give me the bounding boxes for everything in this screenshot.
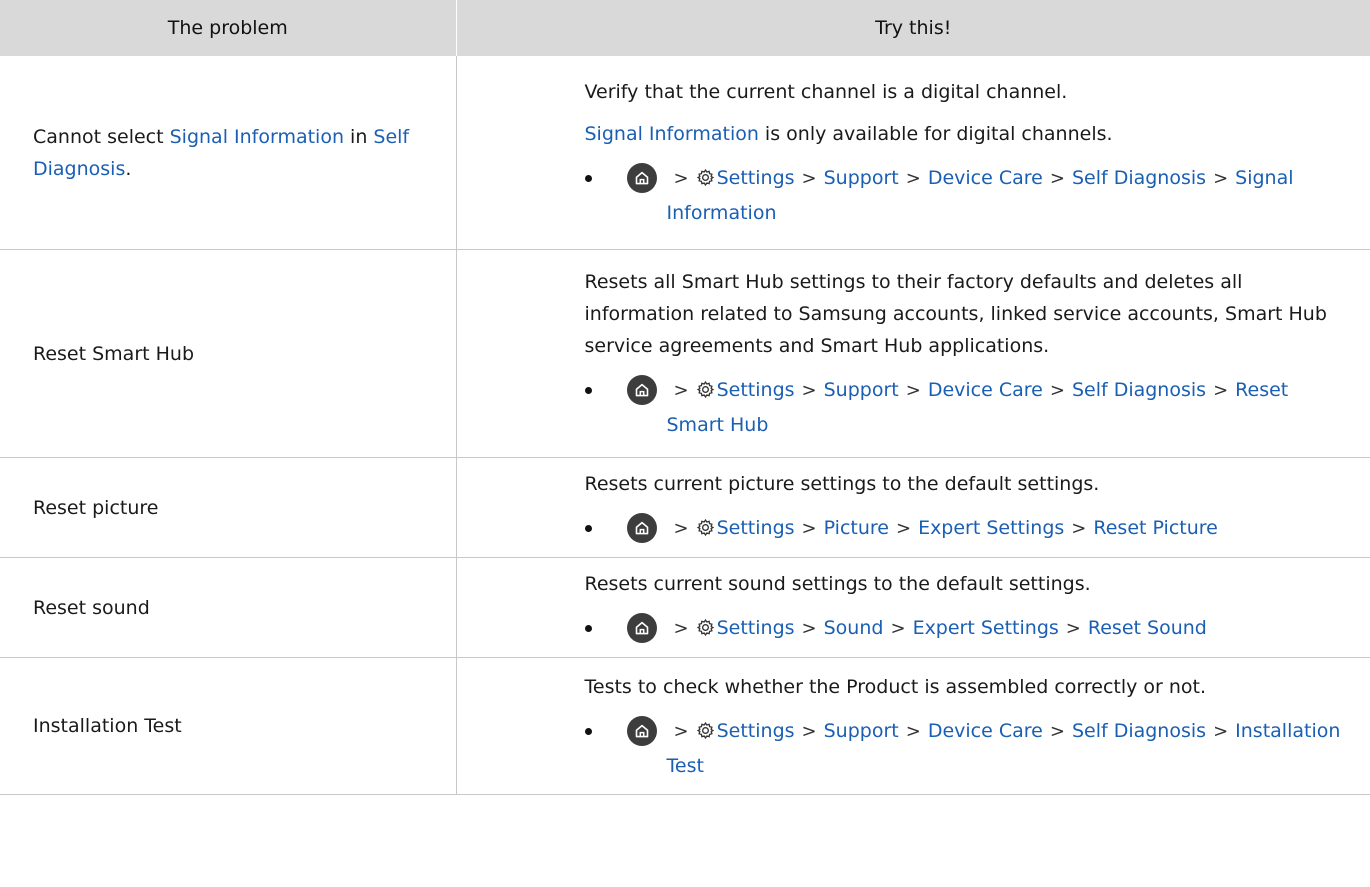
gear-icon (696, 615, 715, 647)
solution-text: Signal Information is only available for… (585, 118, 1347, 150)
solution-cell: Resets current sound settings to the def… (456, 557, 1370, 658)
menu-link-settings[interactable]: Settings (717, 379, 795, 401)
solution-text: Resets current sound settings to the def… (584, 573, 1091, 595)
gear-icon (696, 515, 715, 547)
menu-link-reset-sound[interactable]: Reset Sound (1088, 617, 1207, 639)
solution-cell: Resets all Smart Hub settings to their f… (456, 249, 1370, 458)
menu-link-settings[interactable]: Settings (717, 167, 795, 189)
solution-text: Tests to check whether the Product is as… (584, 675, 1207, 698)
solution-text-rest: is only available for digital channels. (758, 123, 1113, 145)
problem-cell: Installation Test (0, 657, 457, 795)
bullet-icon (584, 727, 592, 735)
solution-cell: Tests to check whether the Product is as… (456, 657, 1370, 795)
solution-text: Verify that the current channel is a dig… (584, 81, 1068, 103)
gear-icon (696, 377, 715, 409)
chevron-right-icon: > (905, 380, 921, 401)
menu-link-reset-picture[interactable]: Reset Picture (1093, 517, 1217, 539)
menu-link-device-care[interactable]: Device Care (928, 720, 1043, 742)
chevron-right-icon: > (1213, 720, 1229, 742)
header-solution: Try this! (456, 0, 1370, 56)
bullet-icon (584, 175, 592, 182)
table-row: Reset picture Resets current picture set… (0, 457, 1370, 558)
menu-path: > Settings > Support > Device Care > Self Diagn… (584, 715, 1347, 782)
home-icon[interactable] (626, 513, 657, 543)
problem-text: in (344, 125, 374, 148)
header-problem: The problem (0, 0, 457, 56)
menu-link-support[interactable]: Support (824, 720, 899, 742)
menu-link-settings[interactable]: Settings (717, 517, 795, 539)
chevron-right-icon: > (801, 518, 817, 539)
chevron-right-icon: > (905, 720, 921, 742)
table-row: Installation Test Tests to check whether… (0, 657, 1370, 795)
menu-path: > Settings > Picture > Expert Settings > Reset … (584, 512, 1347, 547)
chevron-right-icon: > (1065, 618, 1081, 639)
bullet-icon (584, 625, 592, 632)
chevron-right-icon: > (801, 168, 817, 189)
chevron-right-icon: > (1071, 518, 1087, 539)
problem-text: Cannot select (33, 125, 170, 148)
chevron-right-icon: > (895, 518, 912, 539)
bullet-icon (584, 387, 592, 394)
chevron-right-icon: > (801, 618, 817, 639)
problem-cell: Reset sound (0, 557, 457, 658)
menu-link-device-care[interactable]: Device Care (928, 167, 1043, 189)
problem-cell: Reset picture (0, 457, 457, 558)
troubleshooting-table: The problem Try this! Cannot select Sign… (0, 0, 1370, 795)
chevron-right-icon: > (1049, 380, 1065, 401)
menu-link-picture[interactable]: Picture (824, 517, 889, 539)
bullet-icon (584, 525, 592, 532)
menu-link-expert-settings[interactable]: Expert Settings (918, 517, 1064, 539)
chevron-right-icon: > (890, 618, 906, 639)
menu-link-device-care[interactable]: Device Care (928, 379, 1043, 401)
home-icon[interactable] (626, 715, 657, 746)
menu-link-self-diagnosis[interactable]: Self Diagnosis (1072, 379, 1206, 401)
gear-icon (696, 718, 715, 750)
menu-link-settings[interactable]: Settings (717, 617, 795, 639)
menu-link-support[interactable]: Support (824, 167, 899, 189)
chevron-right-icon: > (905, 168, 921, 189)
solution-text: Resets all Smart Hub settings to their f… (584, 271, 1327, 357)
menu-path: > Settings > Support > Device Care > Self Diagn… (584, 374, 1347, 441)
problem-cell: Reset Smart Hub (0, 249, 457, 458)
menu-link-self-diagnosis[interactable]: Self Diagnosis (1072, 720, 1206, 742)
chevron-right-icon: > (1213, 168, 1229, 189)
menu-link-sound[interactable]: Sound (824, 617, 884, 639)
menu-link-support[interactable]: Support (824, 379, 899, 401)
table-row: Reset Smart Hub Resets all Smart Hub set… (0, 249, 1370, 458)
solution-text: Resets current picture settings to the d… (584, 473, 1100, 495)
chevron-right-icon: > (801, 380, 817, 401)
menu-link-expert-settings[interactable]: Expert Settings (913, 617, 1059, 639)
chevron-right-icon: > (1213, 380, 1229, 401)
menu-link-settings[interactable]: Settings (717, 720, 795, 742)
chevron-right-icon: > (1049, 720, 1065, 742)
home-icon[interactable] (626, 375, 657, 405)
chevron-right-icon: > (1049, 168, 1065, 189)
problem-text: . (125, 157, 132, 180)
chevron-right-icon: > (673, 518, 689, 539)
problem-cell: Cannot select Signal Information in Self… (0, 56, 457, 250)
table-row: Cannot select Signal Information in Self… (0, 56, 1370, 250)
solution-cell: Resets current picture settings to the d… (456, 457, 1370, 558)
chevron-right-icon: > (673, 168, 689, 189)
chevron-right-icon: > (673, 720, 689, 742)
menu-link-self-diagnosis[interactable]: Self Diagnosis (1072, 167, 1206, 189)
chevron-right-icon: > (673, 618, 689, 639)
menu-path: > Settings > Support > Device Care > Self Diagn… (584, 162, 1347, 229)
menu-path: > Settings > Sound > Expert Settings > Reset So… (584, 612, 1347, 647)
table-header-row: The problem Try this! (0, 0, 1370, 56)
chevron-right-icon: > (673, 380, 689, 401)
chevron-right-icon: > (801, 720, 817, 742)
gear-icon (696, 165, 715, 197)
home-icon[interactable] (626, 613, 657, 643)
home-icon[interactable] (626, 163, 657, 193)
solution-cell: Verify that the current channel is a dig… (456, 56, 1370, 250)
signal-information-link[interactable]: Signal Information (170, 126, 344, 148)
signal-information-link[interactable]: Signal Information (585, 123, 759, 145)
table-row: Reset sound Resets current sound setting… (0, 557, 1370, 658)
